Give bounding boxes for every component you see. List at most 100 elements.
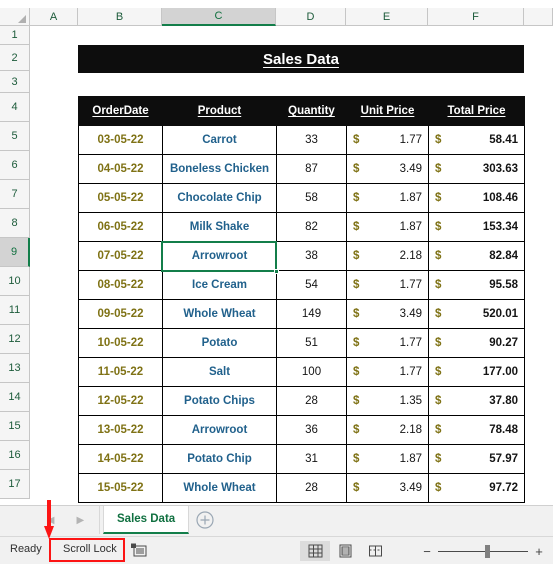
- cell-total-price[interactable]: $82.84: [428, 241, 525, 271]
- cell-orderdate[interactable]: 09-05-22: [78, 299, 163, 329]
- row-header-16[interactable]: 16: [0, 441, 30, 470]
- zoom-out-button[interactable]: −: [420, 544, 434, 559]
- row-header-12[interactable]: 12: [0, 325, 30, 354]
- cell-orderdate[interactable]: 14-05-22: [78, 444, 163, 474]
- cell-quantity[interactable]: 38: [276, 241, 347, 271]
- cell-quantity[interactable]: 28: [276, 473, 347, 503]
- row-header-8[interactable]: 8: [0, 209, 30, 238]
- select-all-corner[interactable]: [0, 8, 30, 26]
- row-header-3[interactable]: 3: [0, 71, 30, 93]
- display-settings-icon[interactable]: [130, 543, 147, 558]
- column-header-d[interactable]: D: [276, 8, 346, 26]
- cell-total-price[interactable]: $520.01: [428, 299, 525, 329]
- col-header-unit-price[interactable]: Unit Price: [346, 96, 429, 126]
- cell-orderdate[interactable]: 10-05-22: [78, 328, 163, 358]
- cell-orderdate[interactable]: 08-05-22: [78, 270, 163, 300]
- cell-total-price[interactable]: $37.80: [428, 386, 525, 416]
- column-header-b[interactable]: B: [78, 8, 162, 26]
- cell-product[interactable]: Salt: [162, 357, 277, 387]
- cell-total-price[interactable]: $78.48: [428, 415, 525, 445]
- normal-view-button[interactable]: [300, 541, 330, 561]
- column-header-g[interactable]: [524, 8, 553, 26]
- cell-unit-price[interactable]: $3.49: [346, 473, 429, 503]
- column-header-c[interactable]: C: [162, 8, 276, 26]
- fill-handle[interactable]: [274, 269, 279, 274]
- cell-unit-price[interactable]: $1.77: [346, 357, 429, 387]
- cell-quantity[interactable]: 36: [276, 415, 347, 445]
- cell-total-price[interactable]: $58.41: [428, 125, 525, 155]
- cell-quantity[interactable]: 28: [276, 386, 347, 416]
- report-title-banner[interactable]: Sales Data: [78, 45, 524, 73]
- add-sheet-icon[interactable]: [195, 510, 215, 530]
- column-header-f[interactable]: F: [428, 8, 524, 26]
- cell-total-price[interactable]: $303.63: [428, 154, 525, 184]
- row-header-4[interactable]: 4: [0, 93, 30, 122]
- cell-unit-price[interactable]: $1.77: [346, 125, 429, 155]
- row-header-5[interactable]: 5: [0, 122, 30, 151]
- cell-orderdate[interactable]: 15-05-22: [78, 473, 163, 503]
- zoom-slider[interactable]: − +: [420, 542, 546, 560]
- cell-total-price[interactable]: $95.58: [428, 270, 525, 300]
- cell-orderdate[interactable]: 11-05-22: [78, 357, 163, 387]
- zoom-in-button[interactable]: +: [532, 544, 546, 559]
- col-header-total-price[interactable]: Total Price: [428, 96, 525, 126]
- cell-orderdate[interactable]: 03-05-22: [78, 125, 163, 155]
- row-header-11[interactable]: 11: [0, 296, 30, 325]
- table-row[interactable]: 13-05-22 Arrowroot 36 $2.18 $78.48: [78, 415, 525, 445]
- cell-quantity[interactable]: 31: [276, 444, 347, 474]
- cell-quantity[interactable]: 82: [276, 212, 347, 242]
- row-header-6[interactable]: 6: [0, 151, 30, 180]
- cell-product[interactable]: Potato Chips: [162, 386, 277, 416]
- cell-product[interactable]: Boneless Chicken: [162, 154, 277, 184]
- view-buttons[interactable]: [300, 541, 390, 561]
- cell-unit-price[interactable]: $2.18: [346, 241, 429, 271]
- next-sheet-arrow-icon[interactable]: ▶: [77, 515, 85, 526]
- table-row[interactable]: 04-05-22 Boneless Chicken 87 $3.49 $303.63: [78, 154, 525, 184]
- cell-quantity[interactable]: 100: [276, 357, 347, 387]
- cell-total-price[interactable]: $97.72: [428, 473, 525, 503]
- cell-orderdate[interactable]: 05-05-22: [78, 183, 163, 213]
- table-row[interactable]: 11-05-22 Salt 100 $1.77 $177.00: [78, 357, 525, 387]
- cell-unit-price[interactable]: $1.77: [346, 270, 429, 300]
- table-row[interactable]: 14-05-22 Potato Chip 31 $1.87 $57.97: [78, 444, 525, 474]
- col-header-quantity[interactable]: Quantity: [276, 96, 347, 126]
- col-header-orderdate[interactable]: OrderDate: [78, 96, 163, 126]
- cell-quantity[interactable]: 51: [276, 328, 347, 358]
- table-row[interactable]: 05-05-22 Chocolate Chip 58 $1.87 $108.46: [78, 183, 525, 213]
- cell-product[interactable]: Arrowroot: [162, 415, 277, 445]
- cell-quantity[interactable]: 87: [276, 154, 347, 184]
- table-row[interactable]: 08-05-22 Ice Cream 54 $1.77 $95.58: [78, 270, 525, 300]
- table-row[interactable]: 07-05-22 Arrowroot 38 $2.18 $82.84: [78, 241, 525, 271]
- zoom-track[interactable]: [438, 544, 528, 558]
- page-break-preview-button[interactable]: [360, 541, 390, 561]
- cell-product[interactable]: Whole Wheat: [162, 299, 277, 329]
- cell-product[interactable]: Potato Chip: [162, 444, 277, 474]
- cell-total-price[interactable]: $108.46: [428, 183, 525, 213]
- cell-orderdate[interactable]: 04-05-22: [78, 154, 163, 184]
- cell-unit-price[interactable]: $1.87: [346, 212, 429, 242]
- column-header-a[interactable]: A: [30, 8, 78, 26]
- cell-orderdate[interactable]: 13-05-22: [78, 415, 163, 445]
- cell-total-price[interactable]: $153.34: [428, 212, 525, 242]
- worksheet-grid[interactable]: ABCDEF 1 2 3 4 5 6 7 8 9 10 11 12 13 14 15 16 17 Sales D…: [0, 0, 553, 503]
- cell-product[interactable]: Carrot: [162, 125, 277, 155]
- page-layout-view-button[interactable]: [330, 541, 360, 561]
- table-row[interactable]: 15-05-22 Whole Wheat 28 $3.49 $97.72: [78, 473, 525, 503]
- row-header-2[interactable]: 2: [0, 45, 30, 71]
- cell-unit-price[interactable]: $1.77: [346, 328, 429, 358]
- sales-data-table[interactable]: OrderDate Product Quantity Unit Price To…: [78, 96, 525, 503]
- row-header-14[interactable]: 14: [0, 383, 30, 412]
- cell-unit-price[interactable]: $3.49: [346, 154, 429, 184]
- cell-quantity[interactable]: 33: [276, 125, 347, 155]
- cell-product[interactable]: Arrowroot: [162, 241, 277, 271]
- sheet-tab-sales-data[interactable]: Sales Data: [103, 506, 190, 534]
- row-header-17[interactable]: 17: [0, 470, 30, 499]
- cell-product[interactable]: Whole Wheat: [162, 473, 277, 503]
- cell-product[interactable]: Ice Cream: [162, 270, 277, 300]
- column-header-e[interactable]: E: [346, 8, 428, 26]
- table-row[interactable]: 09-05-22 Whole Wheat 149 $3.49 $520.01: [78, 299, 525, 329]
- col-header-product[interactable]: Product: [162, 96, 277, 126]
- cell-total-price[interactable]: $177.00: [428, 357, 525, 387]
- table-row[interactable]: 12-05-22 Potato Chips 28 $1.35 $37.80: [78, 386, 525, 416]
- row-header-13[interactable]: 13: [0, 354, 30, 383]
